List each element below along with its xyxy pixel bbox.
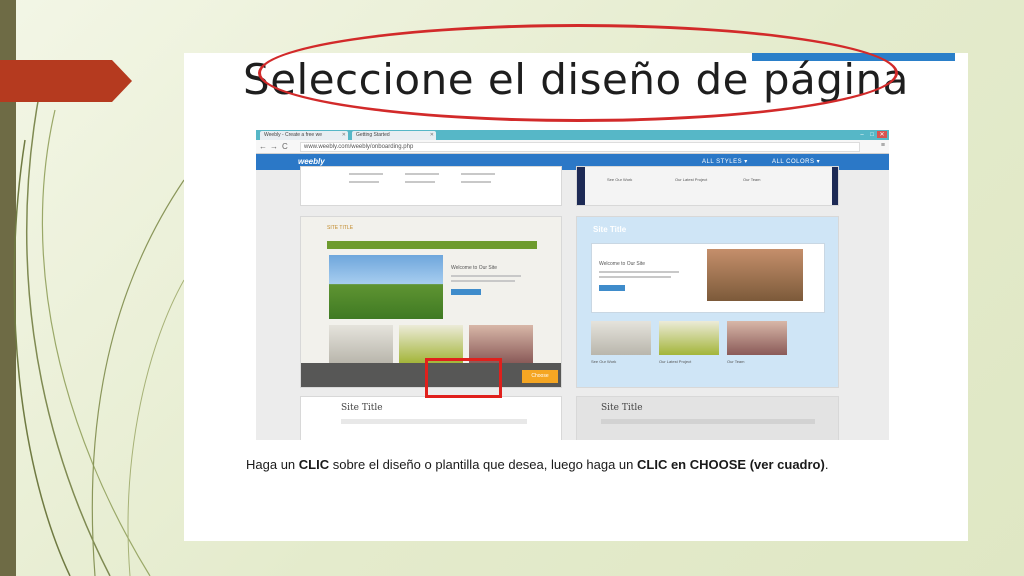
window-close-icon[interactable]: ✕	[877, 131, 887, 138]
screenshot-image: Seleccione el diseño de página Weebly - …	[184, 24, 968, 541]
forward-icon[interactable]: →	[270, 142, 278, 151]
navy-border	[832, 167, 838, 205]
caption: See Our Work	[607, 177, 633, 182]
filter-all-colors[interactable]: ALL COLORS ▾	[772, 158, 820, 165]
caption: Our Team	[743, 177, 761, 182]
photo-team	[727, 321, 787, 355]
text-line	[349, 181, 379, 183]
text-line	[599, 276, 671, 278]
browser-tab-getting-started[interactable]: Getting Started ✕	[352, 131, 436, 140]
reload-icon[interactable]: C	[282, 142, 288, 151]
filter-all-styles[interactable]: ALL STYLES ▾	[702, 158, 748, 165]
template-card-bottom-left[interactable]: Site Title	[300, 396, 562, 440]
browser-tab-weebly[interactable]: Weebly - Create a free we ✕	[260, 131, 348, 140]
filter-label: ALL STYLES	[702, 159, 743, 165]
filter-label: ALL COLORS	[772, 159, 815, 165]
caption: See Our Work	[591, 359, 617, 364]
instruction-part: Haga un	[246, 457, 299, 472]
photo-sofa	[329, 325, 393, 363]
template-site-title: Site Title	[593, 225, 627, 234]
text-line	[461, 181, 491, 183]
back-icon[interactable]: ←	[259, 142, 267, 151]
photo-hands	[707, 249, 803, 301]
photo-sofa	[591, 321, 651, 355]
tab-label: Getting Started	[356, 132, 390, 138]
text-line	[405, 173, 439, 175]
tab-bar: Weebly - Create a free we ✕ Getting Star…	[256, 130, 889, 140]
choose-button[interactable]: Choose	[522, 370, 558, 383]
text-line	[599, 271, 679, 273]
photo-chair	[659, 321, 719, 355]
caption: Our Team	[727, 359, 745, 364]
cta-button	[451, 289, 481, 295]
text-line	[451, 275, 521, 277]
caption: Our Latest Project	[675, 177, 708, 182]
template-gallery: See Our Work Our Latest Project Our Team…	[256, 166, 889, 440]
tab-label: Weebly - Create a free we	[264, 132, 322, 138]
caption: Our Latest Project	[659, 359, 692, 364]
template-site-title: Site Title	[341, 403, 383, 413]
close-icon[interactable]: ✕	[342, 132, 346, 138]
template-card-top-left[interactable]	[300, 166, 562, 206]
menu-icon[interactable]: ≡	[881, 142, 885, 149]
window-controls: – □ ✕	[857, 131, 887, 139]
minimize-icon[interactable]: –	[857, 132, 867, 138]
browser-window: Weebly - Create a free we ✕ Getting Star…	[256, 130, 889, 440]
title-arrow-shape	[0, 60, 132, 102]
highlight-box	[425, 358, 502, 398]
cta-button	[599, 285, 625, 291]
navy-border	[577, 167, 585, 205]
instruction-text: Haga un CLIC sobre el diseño o plantilla…	[246, 457, 946, 472]
instruction-part: sobre el diseño o plantilla que desea, l…	[329, 457, 638, 472]
instruction-bold: CLIC	[298, 457, 330, 472]
nav-strip	[327, 241, 537, 249]
maximize-icon[interactable]: □	[867, 132, 877, 138]
template-card-bottom-right[interactable]: Site Title	[576, 396, 839, 440]
nav-strip	[601, 419, 815, 424]
text-line	[405, 181, 435, 183]
welcome-text: Welcome to Our Site	[451, 265, 498, 271]
highlight-ellipse	[258, 24, 898, 122]
text-line	[461, 173, 495, 175]
url-input[interactable]: www.weebly.com/weebly/onboarding.php	[300, 142, 860, 152]
template-site-title: SITE TITLE	[327, 225, 354, 231]
welcome-text: Welcome to Our Site	[599, 261, 646, 267]
template-card-top-right[interactable]: See Our Work Our Latest Project Our Team	[576, 166, 839, 206]
close-icon[interactable]: ✕	[430, 132, 434, 138]
landscape-image	[329, 255, 443, 319]
text-line	[451, 280, 515, 282]
text-line	[349, 173, 383, 175]
template-card-blue[interactable]: Site Title Welcome to Our Site See Our W…	[576, 216, 839, 388]
instruction-part: .	[824, 457, 829, 472]
template-site-title: Site Title	[601, 403, 643, 413]
instruction-bold: CLIC en CHOOSE (ver cuadro)	[637, 457, 825, 472]
weebly-logo: weebly	[298, 157, 325, 166]
address-bar: ← → C www.weebly.com/weebly/onboarding.p…	[256, 140, 889, 154]
nav-strip	[341, 419, 527, 424]
